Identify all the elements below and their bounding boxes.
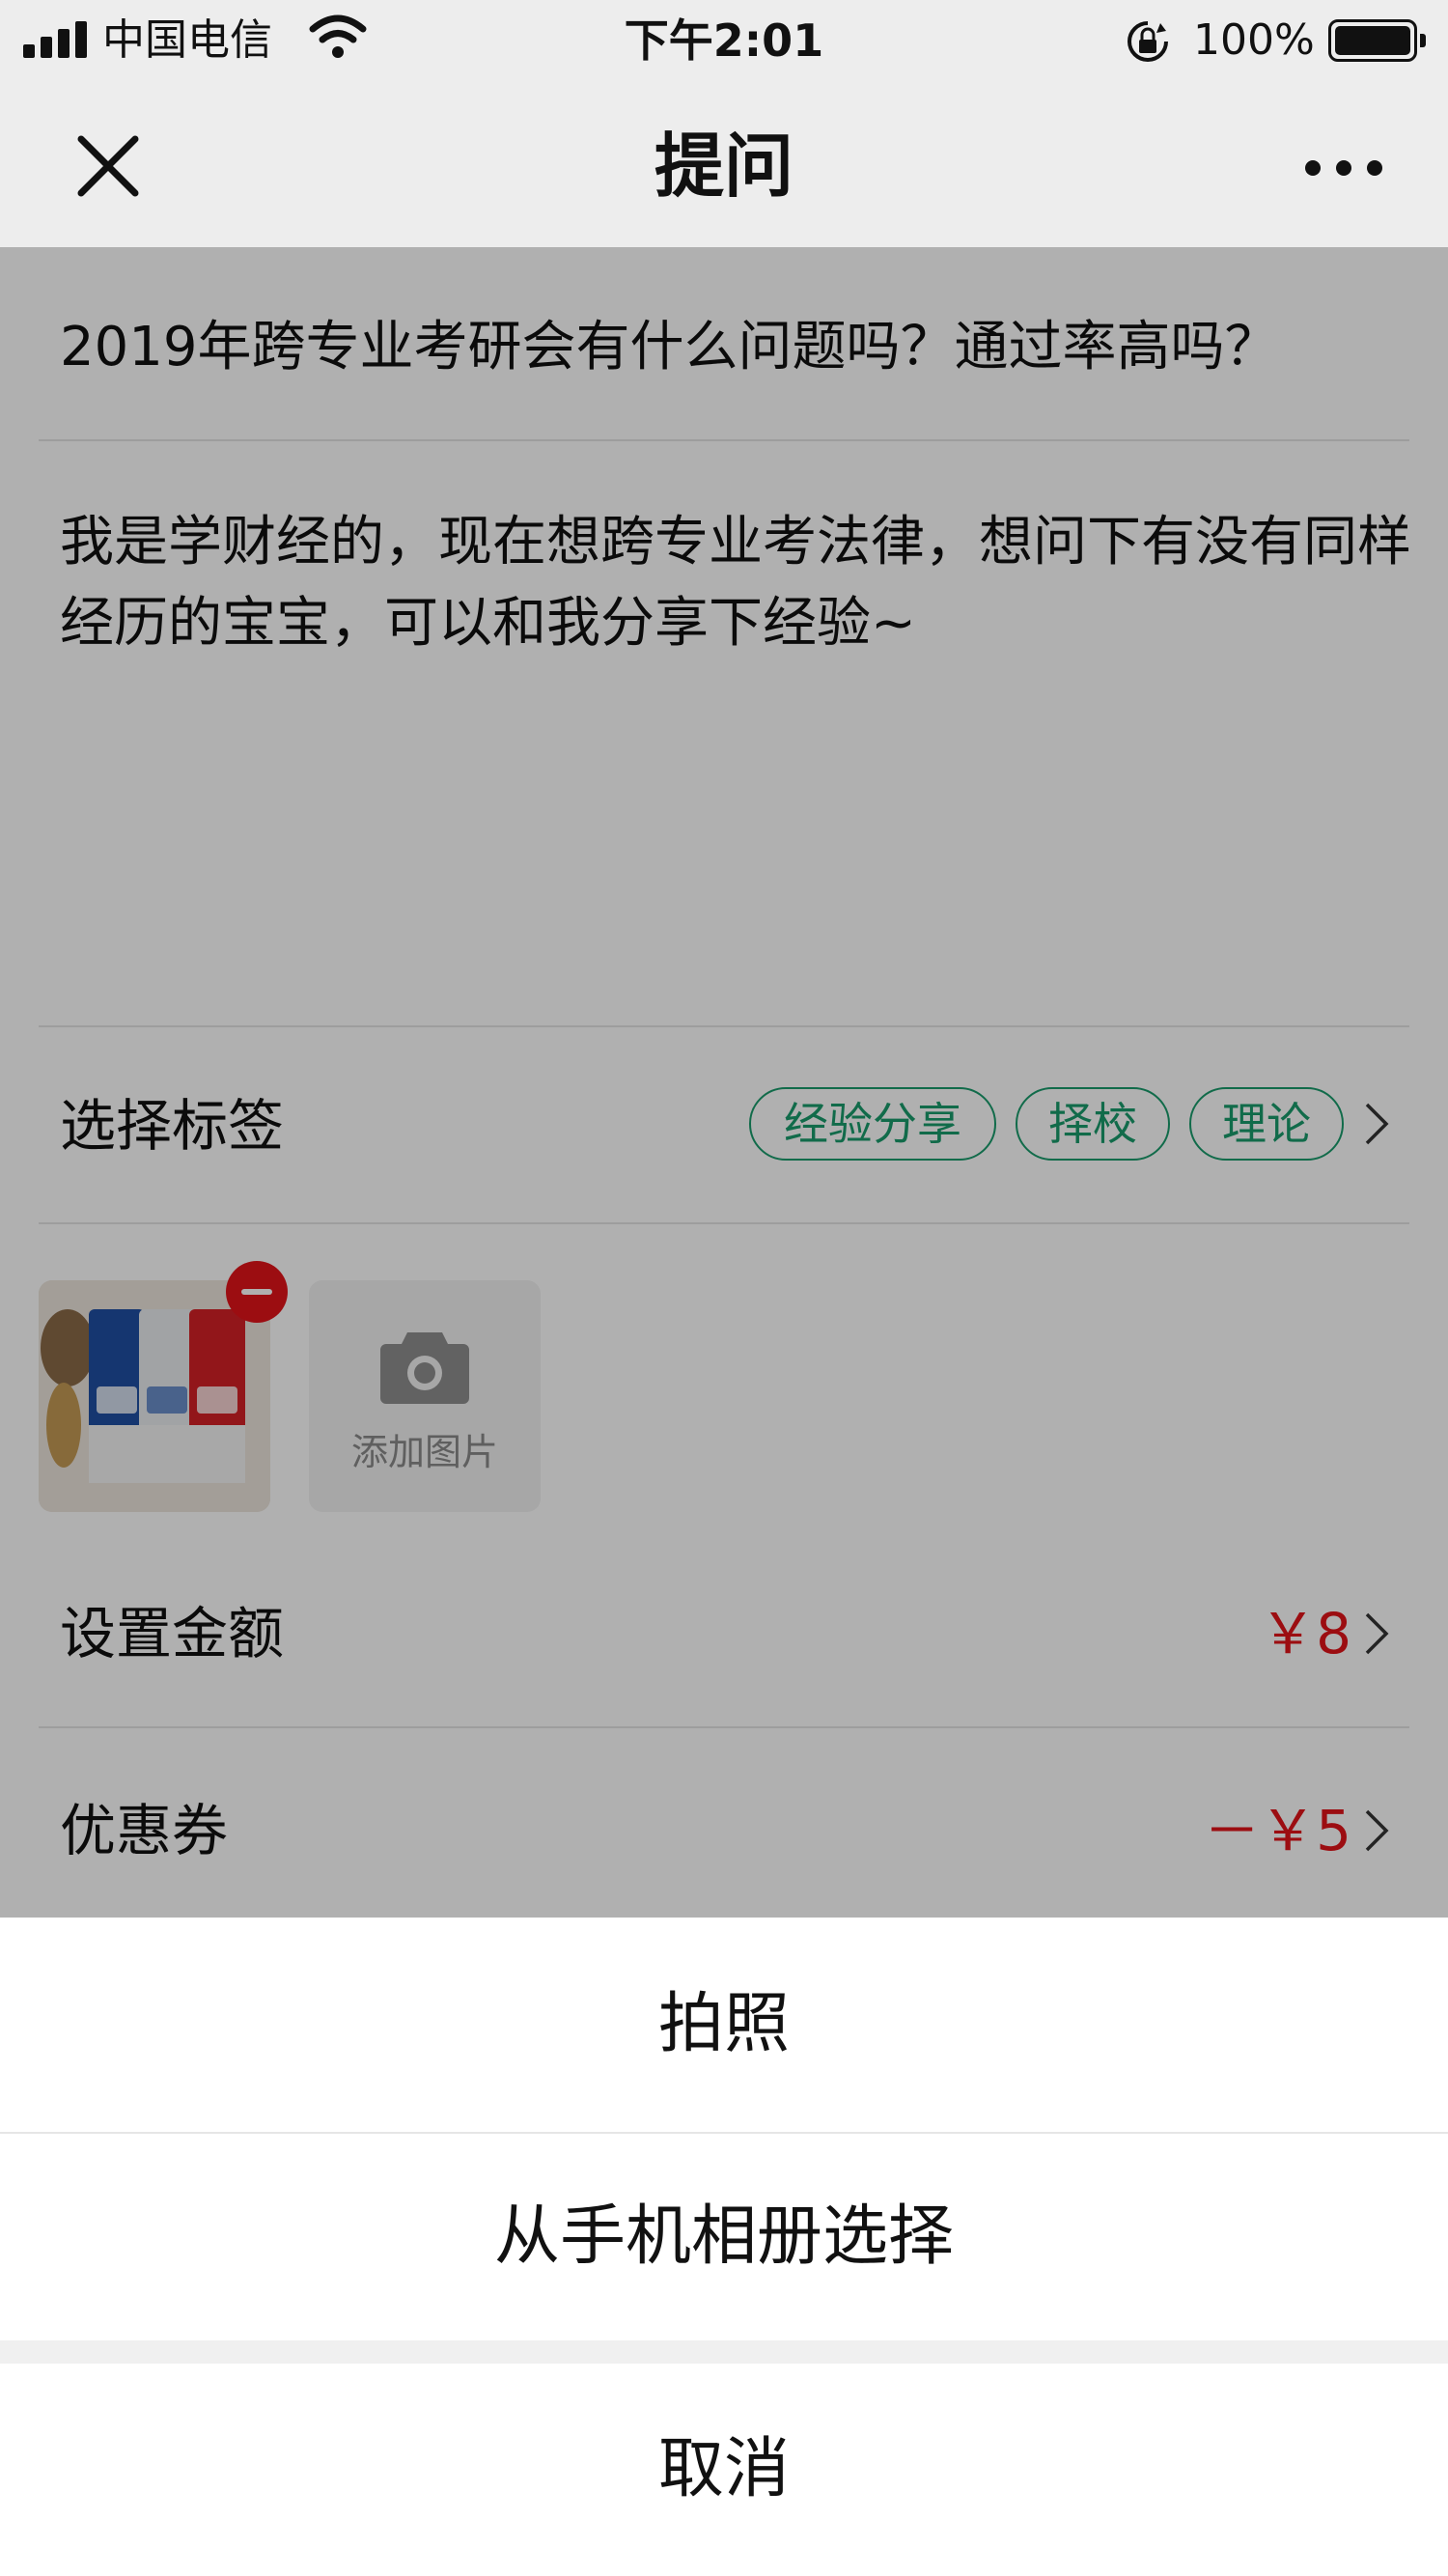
modal-overlay[interactable] [0, 247, 1448, 1918]
choose-from-album-button[interactable]: 从手机相册选择 [0, 2134, 1448, 2340]
cancel-button[interactable]: 取消 [0, 2364, 1448, 2576]
battery-icon [1328, 19, 1426, 62]
rotation-lock-icon [1124, 17, 1172, 66]
more-icon[interactable] [1297, 149, 1390, 187]
page-title: 提问 [654, 126, 794, 207]
battery-percent: 100% [1193, 15, 1315, 65]
take-photo-button[interactable]: 拍照 [0, 1918, 1448, 2132]
